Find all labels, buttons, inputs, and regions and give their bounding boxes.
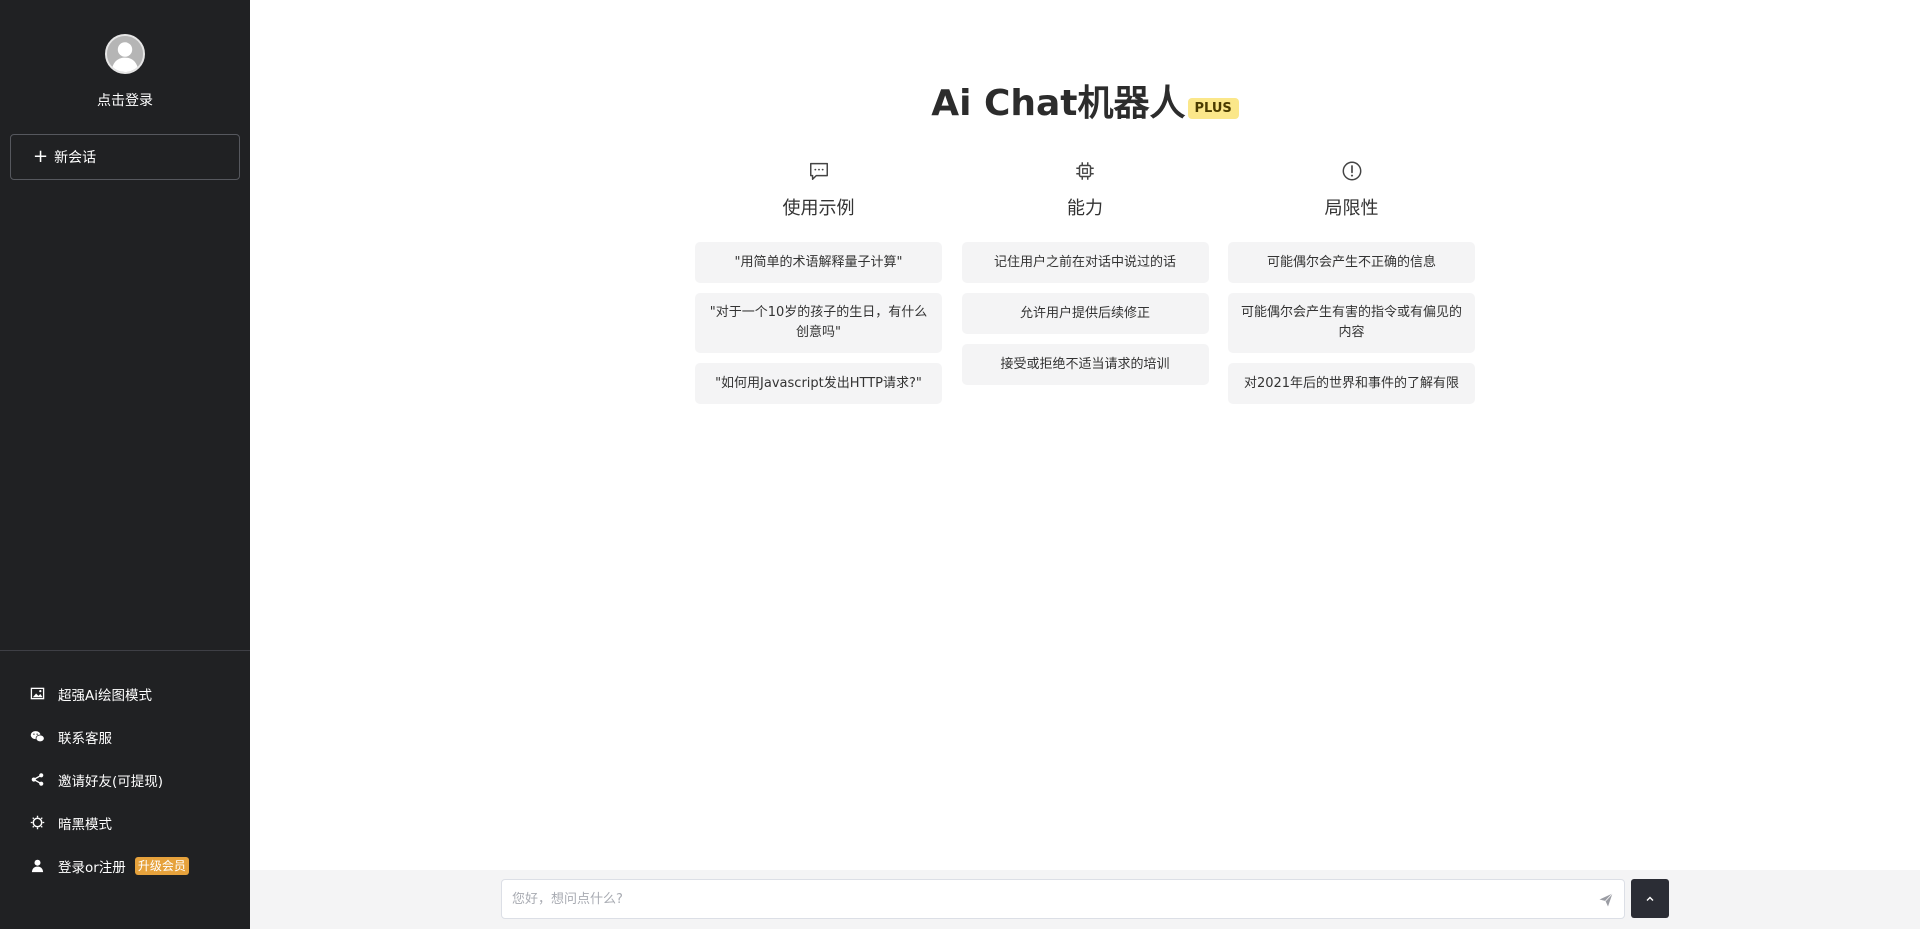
image-icon (29, 686, 45, 702)
example-prompt-card[interactable]: "用简单的术语解释量子计算" (695, 242, 942, 283)
plus-icon: + (33, 146, 49, 167)
sidebar-item-label: 登录or注册 (58, 859, 126, 876)
capability-card: 记住用户之前在对话中说过的话 (961, 242, 1209, 283)
sidebar-item-label: 超强Ai绘图模式 (58, 687, 152, 704)
wechat-icon (29, 729, 45, 745)
cpu-icon (1074, 160, 1096, 182)
sidebar-item-ai-drawing[interactable]: 超强Ai绘图模式 (0, 672, 250, 715)
intro-columns: 使用示例 "用简单的术语解释量子计算" "对于一个10岁的孩子的生日，有什么创意… (695, 160, 1475, 414)
limitation-card: 对2021年后的世界和事件的了解有限 (1228, 363, 1475, 404)
example-prompt-card[interactable]: "如何用Javascript发出HTTP请求?" (695, 363, 942, 404)
sidebar-item-login-register[interactable]: 登录or注册 升级会员 (0, 844, 250, 887)
chevron-up-icon (1646, 896, 1654, 901)
sidebar-item-label: 暗黑模式 (58, 816, 112, 833)
limitation-card: 可能偶尔会产生不正确的信息 (1228, 242, 1475, 283)
column-title: 能力 (1067, 198, 1103, 219)
sidebar-divider (0, 650, 250, 651)
column-examples: 使用示例 "用简单的术语解释量子计算" "对于一个10岁的孩子的生日，有什么创意… (695, 160, 942, 414)
avatar[interactable] (105, 34, 145, 74)
alert-circle-icon (1341, 160, 1363, 182)
column-limitations: 局限性 可能偶尔会产生不正确的信息 可能偶尔会产生有害的指令或有偏见的内容 对2… (1228, 160, 1475, 414)
share-icon (29, 772, 45, 788)
send-icon[interactable] (1598, 892, 1614, 908)
page-title: Ai Chat机器人 (931, 83, 1186, 124)
chat-input[interactable] (502, 880, 1624, 918)
column-title: 局限性 (1324, 198, 1379, 219)
sidebar-item-dark-mode[interactable]: 暗黑模式 (0, 801, 250, 844)
capability-card: 允许用户提供后续修正 (961, 293, 1209, 334)
upgrade-vip-badge[interactable]: 升级会员 (134, 856, 189, 875)
chat-bubble-icon (808, 160, 830, 182)
title-area: Ai Chat机器人 PLUS (250, 74, 1920, 126)
column-title: 使用示例 (782, 198, 855, 219)
sidebar: 点击登录 + 新会话 超强Ai绘图模式 联系客服 邀请好友(可提现) 暗黑模式 … (0, 0, 250, 929)
column-capabilities: 能力 记住用户之前在对话中说过的话 允许用户提供后续修正 接受或拒绝不适当请求的… (961, 160, 1209, 414)
capability-card: 接受或拒绝不适当请求的培训 (961, 344, 1209, 385)
sidebar-item-invite[interactable]: 邀请好友(可提现) (0, 758, 250, 801)
input-footer (250, 870, 1920, 929)
sidebar-item-label: 邀请好友(可提现) (58, 773, 164, 790)
sidebar-item-support[interactable]: 联系客服 (0, 715, 250, 758)
chat-input-box (501, 879, 1625, 919)
new-chat-label: 新会话 (54, 150, 97, 166)
scroll-top-button[interactable] (1631, 879, 1669, 918)
sun-icon (29, 815, 45, 831)
main-content: Ai Chat机器人 PLUS 使用示例 "用简单的术语解释量子计算" "对于一个… (250, 0, 1920, 929)
new-chat-button[interactable]: + 新会话 (10, 134, 240, 180)
sidebar-item-label: 联系客服 (58, 730, 112, 747)
example-prompt-card[interactable]: "对于一个10岁的孩子的生日，有什么创意吗" (695, 293, 942, 353)
default-avatar-icon (107, 36, 143, 72)
limitation-card: 可能偶尔会产生有害的指令或有偏见的内容 (1228, 293, 1475, 353)
plus-badge: PLUS (1187, 97, 1239, 119)
login-link[interactable]: 点击登录 (0, 90, 250, 110)
user-icon (29, 858, 45, 874)
sidebar-menu: 超强Ai绘图模式 联系客服 邀请好友(可提现) 暗黑模式 登录or注册 升级会员 (0, 672, 250, 887)
